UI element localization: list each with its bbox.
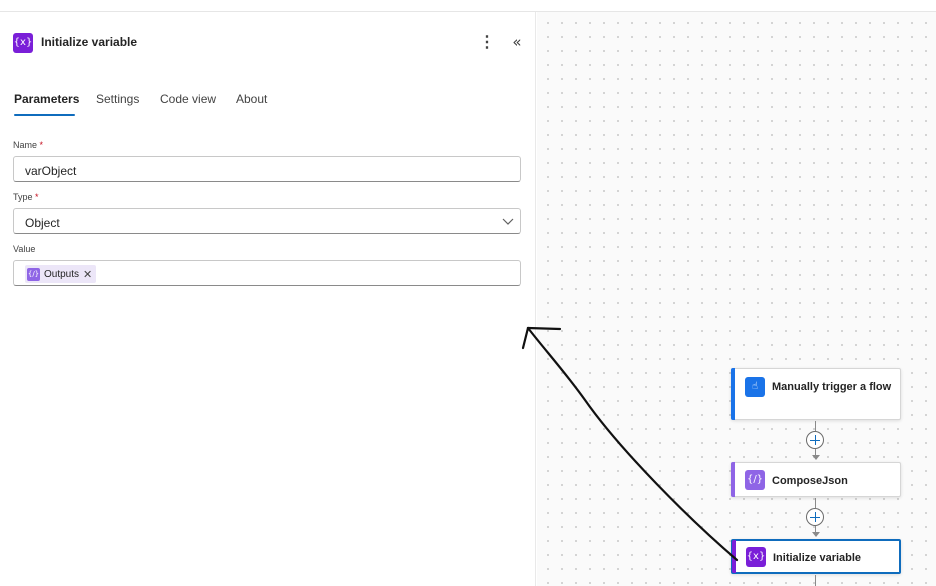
variable-icon: {x} xyxy=(13,33,33,53)
name-input[interactable]: varObject xyxy=(13,156,521,182)
panel-title: Initialize variable xyxy=(41,35,138,49)
node-accent-bar xyxy=(731,368,735,420)
add-step-button[interactable] xyxy=(806,431,824,449)
value-field-label: Value xyxy=(13,244,36,254)
compose-icon: {/} xyxy=(745,470,765,490)
tab-about[interactable]: About xyxy=(236,92,267,106)
node-accent-bar xyxy=(732,540,736,573)
panel-header: {x} Initialize variable ⋮ « xyxy=(13,32,525,54)
flow-designer-canvas[interactable]: ☝ Manually trigger a flow {/} ComposeJso… xyxy=(537,12,936,586)
active-tab-indicator xyxy=(14,114,75,116)
arrow-down-icon xyxy=(812,455,820,460)
name-input-value: varObject xyxy=(25,164,77,178)
flow-connector xyxy=(815,498,816,508)
more-options-icon[interactable]: ⋮ xyxy=(479,33,495,53)
type-field-label: Type * xyxy=(13,192,39,202)
node-label: ComposeJson xyxy=(772,475,848,487)
node-accent-bar xyxy=(731,462,735,497)
tab-code-view[interactable]: Code view xyxy=(160,92,216,106)
tab-parameters[interactable]: Parameters xyxy=(14,92,79,106)
outputs-token[interactable]: {/} Outputs ✕ xyxy=(25,265,97,283)
type-dropdown[interactable]: Object xyxy=(13,208,521,234)
type-dropdown-value: Object xyxy=(25,216,60,230)
add-step-button[interactable] xyxy=(806,508,824,526)
node-label: Manually trigger a flow xyxy=(772,381,892,393)
name-field-label: Name * xyxy=(13,140,44,150)
value-input[interactable]: {/} Outputs ✕ xyxy=(13,260,521,286)
action-details-panel: {x} Initialize variable ⋮ « Parameters S… xyxy=(0,12,536,586)
manual-trigger-icon: ☝ xyxy=(745,377,765,397)
node-label: Initialize variable xyxy=(773,552,862,564)
flow-node-composejson[interactable]: {/} ComposeJson xyxy=(731,462,901,497)
flow-node-initialize-variable[interactable]: {x} Initialize variable xyxy=(731,539,901,574)
required-marker: * xyxy=(35,192,39,202)
collapse-panel-icon[interactable]: « xyxy=(508,32,526,52)
top-toolbar-strip xyxy=(0,0,936,12)
variable-icon: {x} xyxy=(746,547,766,567)
arrow-down-icon xyxy=(812,532,820,537)
token-label: Outputs xyxy=(44,268,80,280)
required-marker: * xyxy=(39,140,44,150)
chevron-down-icon xyxy=(502,218,514,225)
flow-connector xyxy=(815,575,816,586)
flow-connector xyxy=(815,421,816,431)
remove-token-icon[interactable]: ✕ xyxy=(83,268,92,281)
compose-icon: {/} xyxy=(27,267,40,281)
flow-node-manual-trigger[interactable]: ☝ Manually trigger a flow xyxy=(731,368,901,420)
tab-settings[interactable]: Settings xyxy=(96,92,139,106)
